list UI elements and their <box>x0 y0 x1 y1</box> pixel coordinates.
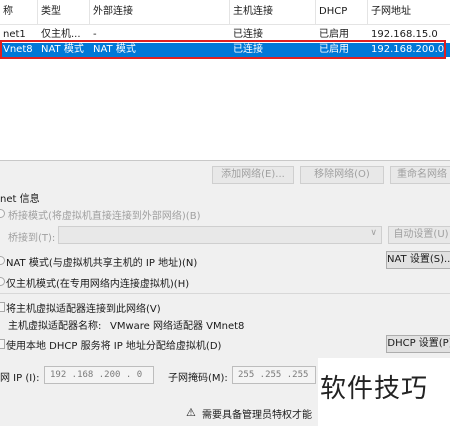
bridge-mode-label[interactable]: 桥接模式(将虚拟机直接连接到外部网络)(B) <box>8 207 200 222</box>
highlight-box <box>0 40 446 59</box>
bridge-mode-radio[interactable] <box>0 209 5 218</box>
network-info-title: net 信息 <box>0 194 40 205</box>
use-dhcp-label[interactable]: 使用本地 DHCP 服务将 IP 地址分配给虚拟机(D) <box>6 337 221 352</box>
host-only-label[interactable]: 仅主机模式(在专用网络内连接虚拟机)(H) <box>6 275 189 290</box>
table-header: 称 类型 外部连接 主机连接 DHCP 子网地址 <box>0 0 450 25</box>
host-only-radio[interactable] <box>0 277 5 286</box>
use-dhcp-checkbox[interactable] <box>0 339 5 349</box>
warning-icon: ⚠ <box>186 406 196 419</box>
remove-network-button[interactable]: 移除网络(O) <box>300 166 384 184</box>
column-header-host[interactable]: 主机连接 <box>230 0 316 24</box>
subnet-ip-label: 网 IP (I): <box>0 373 40 384</box>
add-network-button[interactable]: 添加网络(E)... <box>212 166 294 184</box>
adapter-name-value: VMware 网络适配器 VMnet8 <box>110 321 245 332</box>
dhcp-settings-button[interactable]: DHCP 设置(P) <box>386 335 450 353</box>
bridge-to-label: 桥接到(T): <box>8 233 56 244</box>
adapter-name-label: 主机虚拟适配器名称: <box>8 321 102 332</box>
nat-mode-radio[interactable] <box>0 256 5 265</box>
subnet-mask-input[interactable]: 255 .255 .255 . <box>232 366 316 384</box>
column-header-name[interactable]: 称 <box>0 0 38 24</box>
column-header-dhcp[interactable]: DHCP <box>316 0 368 24</box>
watermark-text: 软件技巧 <box>320 374 429 404</box>
column-header-subnet[interactable]: 子网地址 <box>368 0 450 24</box>
connect-adapter-label[interactable]: 将主机虚拟适配器连接到此网络(V) <box>6 300 161 315</box>
column-header-external[interactable]: 外部连接 <box>90 0 230 24</box>
auto-settings-button[interactable]: 自动设置(U) <box>388 226 450 244</box>
divider <box>0 293 450 294</box>
subnet-mask-label: 子网掩码(M): <box>168 373 228 384</box>
bridge-to-select[interactable]: ∨ <box>58 226 382 244</box>
chevron-down-icon: ∨ <box>370 228 377 238</box>
nat-settings-button[interactable]: NAT 设置(S)... <box>386 251 450 269</box>
rename-network-button[interactable]: 重命名网络 <box>390 166 450 184</box>
connect-adapter-checkbox[interactable] <box>0 302 5 312</box>
column-header-type[interactable]: 类型 <box>38 0 90 24</box>
network-list: 称 类型 外部连接 主机连接 DHCP 子网地址 net1 仅主机... - 已… <box>0 0 450 161</box>
nat-mode-label[interactable]: NAT 模式(与虚拟机共享主机的 IP 地址)(N) <box>6 254 197 269</box>
subnet-ip-input[interactable]: 192 .168 .200 . 0 <box>44 366 154 384</box>
admin-warning-text: 需要具备管理员特权才能 <box>202 410 312 421</box>
